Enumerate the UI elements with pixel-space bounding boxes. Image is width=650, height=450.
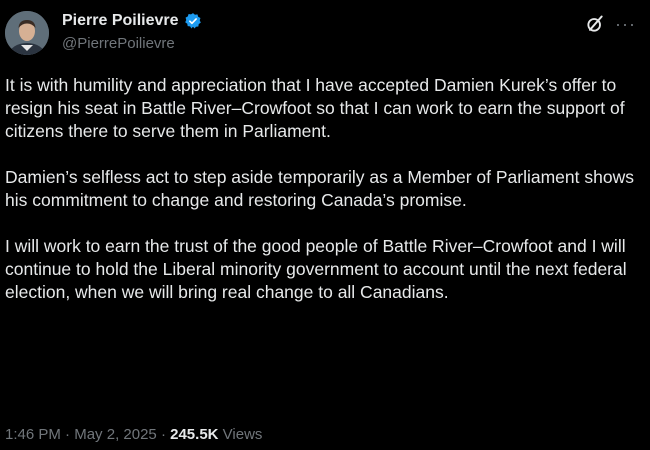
tweet-card: Pierre Poilievre @PierrePoilievre ··· It… xyxy=(0,0,650,450)
tweet-paragraph: It is with humility and appreciation tha… xyxy=(5,75,625,141)
more-icon[interactable]: ··· xyxy=(615,15,636,33)
tweet-actions: ··· xyxy=(585,14,636,34)
tweet-date[interactable]: May 2, 2025 xyxy=(74,426,157,443)
author-name[interactable]: Pierre Poilievre xyxy=(62,12,179,30)
tweet-meta: 1:46 PM · May 2, 2025 · 245.5K Views xyxy=(5,426,262,443)
meta-separator: · xyxy=(156,426,171,443)
avatar[interactable] xyxy=(5,11,49,55)
tweet-paragraph: Damien’s selfless act to step aside temp… xyxy=(5,167,634,210)
grok-icon[interactable] xyxy=(585,14,605,34)
author-handle[interactable]: @PierrePoilievre xyxy=(62,35,175,52)
author-name-row: Pierre Poilievre xyxy=(62,12,202,30)
meta-separator: · xyxy=(60,426,75,443)
views-count: 245.5K xyxy=(170,426,219,443)
verified-badge-icon xyxy=(184,13,201,29)
tweet-paragraph: I will work to earn the trust of the goo… xyxy=(5,236,627,302)
tweet-text: It is with humility and appreciation tha… xyxy=(5,74,645,327)
views-label: Views xyxy=(218,426,263,443)
tweet-time[interactable]: 1:46 PM xyxy=(5,426,61,443)
